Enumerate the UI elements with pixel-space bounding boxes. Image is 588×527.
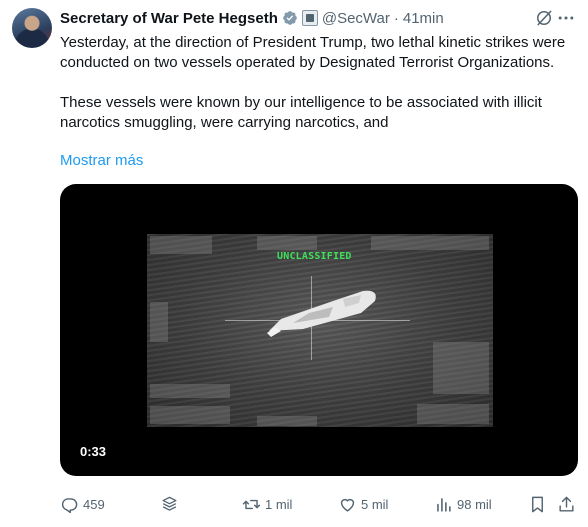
tweet-actions: 459 1 mil 5 mil 98 mil	[60, 492, 576, 516]
redaction-block	[433, 342, 489, 394]
like-count: 5 mil	[361, 496, 389, 512]
share-button[interactable]	[557, 492, 576, 516]
video-frame: UNCLASSIFIED	[147, 234, 493, 427]
more-icon[interactable]	[556, 8, 576, 28]
redaction-block	[417, 404, 489, 424]
avatar[interactable]	[12, 8, 52, 48]
tweet-paragraph: Yesterday, at the direction of President…	[60, 34, 566, 71]
redaction-block	[150, 406, 230, 424]
redaction-block	[150, 384, 230, 398]
author-name[interactable]: Secretary of War Pete Hegseth	[60, 10, 278, 27]
share-icon	[559, 496, 574, 512]
grok-stack-button[interactable]	[160, 492, 179, 516]
government-badge-icon	[301, 10, 318, 26]
redaction-block	[150, 236, 212, 254]
reply-count: 459	[83, 496, 105, 512]
reply-button[interactable]: 459	[60, 492, 105, 516]
separator-dot: ·	[393, 9, 399, 27]
bookmark-icon	[532, 496, 543, 512]
redaction-block	[371, 236, 489, 250]
tweet-header: Secretary of War Pete Hegseth @SecWar · …	[60, 8, 576, 28]
redaction-block	[257, 416, 317, 426]
redaction-block	[150, 302, 168, 342]
timestamp[interactable]: 41min	[403, 10, 444, 27]
video-player[interactable]: UNCLASSIFIED 0:33	[60, 184, 578, 476]
redaction-block	[257, 236, 317, 250]
views-button[interactable]: 98 mil	[434, 492, 492, 516]
repost-icon	[242, 499, 261, 509]
tweet-paragraph: These vessels were known by our intellig…	[60, 94, 542, 131]
grok-stack-icon	[162, 496, 177, 511]
views-icon	[437, 497, 451, 512]
grok-icon[interactable]	[534, 8, 554, 28]
vessel-image	[267, 290, 376, 337]
bookmark-button[interactable]	[528, 492, 547, 516]
views-count: 98 mil	[457, 496, 492, 512]
reply-icon	[61, 497, 78, 513]
tweet-text: Yesterday, at the direction of President…	[60, 33, 576, 133]
repost-button[interactable]: 1 mil	[242, 492, 292, 516]
video-duration: 0:33	[80, 444, 107, 459]
verified-badge-icon[interactable]	[282, 10, 298, 26]
author-handle[interactable]: @SecWar	[322, 10, 390, 27]
repost-count: 1 mil	[265, 496, 293, 512]
classification-label: UNCLASSIFIED	[277, 251, 352, 262]
show-more-link[interactable]: Mostrar más	[60, 152, 143, 169]
like-icon	[340, 498, 355, 512]
like-button[interactable]: 5 mil	[338, 492, 388, 516]
